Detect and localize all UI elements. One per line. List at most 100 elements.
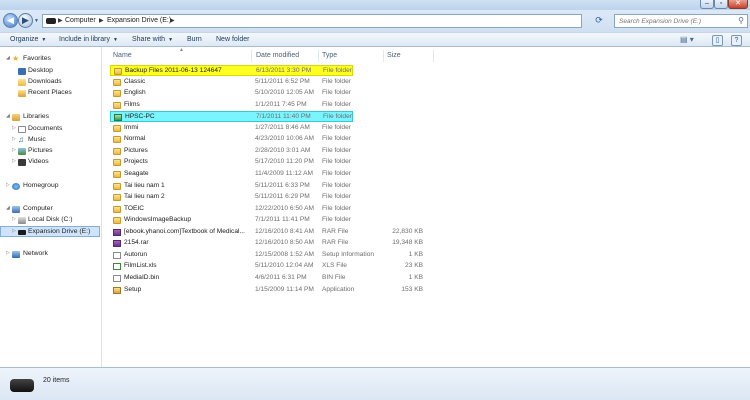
nav-downloads-label: Downloads	[28, 78, 62, 85]
nav-libraries[interactable]: ◢ Libraries	[0, 112, 100, 123]
expand-arrow-icon[interactable]: ▷	[12, 228, 16, 234]
address-bar[interactable]: ▶ Computer ▶ Expansion Drive (E:) ▶ ▼	[42, 14, 621, 28]
breadcrumb-computer[interactable]: Computer	[65, 17, 96, 24]
column-divider[interactable]	[318, 50, 319, 62]
maximize-button[interactable]: ▫	[714, 0, 728, 9]
file-type: File folder	[322, 77, 351, 85]
backup-folder-icon	[114, 114, 122, 122]
breadcrumb-separator-icon[interactable]: ▶	[170, 17, 175, 24]
file-name: Backup Files 2011-06-13 124647	[125, 67, 222, 74]
search-icon[interactable]: ⚲	[738, 16, 744, 25]
file-row[interactable]: Tai lieu nam 2 5/11/2011 6:29 PM File fold…	[110, 192, 353, 203]
column-divider[interactable]	[383, 50, 384, 62]
change-view-icon[interactable]: ▤ ▾	[680, 35, 694, 44]
file-row[interactable]: English 5/10/2010 12:05 AM File folder	[110, 88, 353, 99]
nav-homegroup[interactable]: ▷ Homegroup	[0, 181, 100, 192]
nav-videos[interactable]: ▷ Videos	[0, 157, 100, 168]
collapse-arrow-icon[interactable]: ◢	[6, 113, 10, 119]
minimize-button[interactable]: ‒	[700, 0, 714, 9]
share-with-button[interactable]: Share with ▼	[132, 36, 173, 43]
column-divider[interactable]	[433, 50, 434, 62]
file-row[interactable]: 2154.rar 12/16/2010 8:50 AM RAR File 19,348…	[110, 238, 423, 249]
file-row[interactable]: FilmList.xls 5/11/2010 12:04 AM XLS File 23…	[110, 261, 423, 272]
file-date-modified: 4/6/2011 6:31 PM	[255, 273, 307, 281]
organize-button[interactable]: Organize ▼	[10, 36, 46, 43]
nav-music[interactable]: ▷ ♫ Music	[0, 135, 100, 146]
forward-button[interactable]: ▶	[18, 13, 33, 28]
nav-local-disk-label: Local Disk (C:)	[28, 216, 73, 223]
expand-arrow-icon[interactable]: ▷	[12, 136, 16, 142]
include-in-library-button[interactable]: Include in library ▼	[59, 36, 118, 43]
command-bar: Organize ▼ Include in library ▼ Share with…	[0, 32, 750, 47]
file-name: Pictures	[124, 146, 148, 154]
collapse-arrow-icon[interactable]: ◢	[6, 55, 10, 61]
expand-arrow-icon[interactable]: ▷	[12, 125, 16, 131]
nav-documents[interactable]: ▷ Documents	[0, 124, 100, 135]
column-header-date-modified[interactable]: Date modified	[256, 52, 299, 59]
folder-icon	[113, 159, 121, 167]
file-date-modified: 5/10/2010 12:05 AM	[255, 89, 315, 97]
expand-arrow-icon[interactable]: ▷	[12, 158, 16, 164]
expand-arrow-icon[interactable]: ▷	[6, 250, 10, 256]
file-row[interactable]: Backup Files 2011-06-13 124647 6/13/2011 …	[110, 65, 353, 76]
file-row[interactable]: Setup 1/15/2009 11:14 PM Application 153 KB	[110, 285, 423, 296]
collapse-arrow-icon[interactable]: ◢	[6, 205, 10, 211]
nav-desktop[interactable]: Desktop	[0, 66, 100, 77]
computer-icon	[12, 206, 20, 213]
navigation-pane: ◢ ★ Favorites Desktop Downloads Recent P…	[0, 47, 102, 367]
file-row[interactable]: TOEIC 12/22/2010 6:50 AM File folder	[110, 204, 353, 215]
nav-network-label: Network	[23, 250, 48, 257]
file-row[interactable]: Films 1/1/2011 7:45 PM File folder	[110, 100, 353, 111]
nav-network[interactable]: ▷ Network	[0, 249, 100, 260]
breadcrumb-expansion-drive[interactable]: Expansion Drive (E:)	[107, 17, 171, 24]
file-date-modified: 5/11/2011 6:52 PM	[255, 77, 310, 85]
file-row[interactable]: Immi 1/27/2011 8:46 AM File folder	[110, 123, 353, 134]
burn-button[interactable]: Burn	[187, 36, 202, 43]
nav-favorites[interactable]: ◢ ★ Favorites	[0, 54, 100, 65]
file-row[interactable]: Normal 4/23/2010 10:06 AM File folder	[110, 134, 353, 145]
expand-arrow-icon[interactable]: ▷	[12, 147, 16, 153]
search-input[interactable]	[615, 15, 733, 27]
preview-pane-icon[interactable]: ▯	[712, 35, 723, 46]
nav-downloads[interactable]: Downloads	[0, 77, 100, 88]
refresh-icon[interactable]: ⟳	[585, 14, 613, 28]
file-row[interactable]: Autorun 12/15/2008 1:52 AM Setup Informati…	[110, 250, 423, 261]
file-row[interactable]: WindowsImageBackup 7/1/2011 11:41 PM File …	[110, 215, 353, 226]
file-row[interactable]: [ebook.yhanoi.com]Textbook of Medical...…	[110, 227, 423, 238]
expand-arrow-icon[interactable]: ▷	[12, 216, 16, 222]
column-header-type[interactable]: Type	[322, 52, 337, 59]
file-name: Tai lieu nam 1	[124, 181, 165, 189]
nav-pictures[interactable]: ▷ Pictures	[0, 146, 100, 157]
file-row[interactable]: MediaID.bin 4/6/2011 6:31 PM BIN File 1 KB	[110, 273, 423, 284]
file-size: 22,830 KB	[392, 227, 423, 235]
binary-file-icon	[113, 274, 121, 282]
folder-icon	[114, 68, 122, 75]
file-row[interactable]: Pictures 2/28/2010 3:01 AM File folder	[110, 146, 353, 157]
search-box[interactable]: ⚲	[614, 14, 748, 28]
file-row[interactable]: Classic 5/11/2011 6:52 PM File folder	[110, 77, 353, 88]
file-type: BIN File	[322, 273, 346, 281]
file-row[interactable]: Projects 5/17/2010 11:20 PM File folder	[110, 157, 353, 168]
help-icon[interactable]: ?	[731, 35, 742, 46]
back-button[interactable]: ◀	[3, 13, 18, 28]
nav-local-disk[interactable]: ▷ Local Disk (C:)	[0, 215, 100, 226]
file-type: File folder	[322, 170, 351, 177]
recent-pages-dropdown-icon[interactable]: ▼	[34, 18, 40, 24]
homegroup-icon	[12, 183, 20, 190]
file-row[interactable]: Tai lieu nam 1 5/11/2011 6:33 PM File fold…	[110, 181, 353, 192]
nav-recent-places[interactable]: Recent Places	[0, 88, 100, 99]
column-header-name[interactable]: Name	[113, 52, 132, 59]
chevron-down-icon: ▼	[112, 37, 118, 43]
file-row[interactable]: Seagate 11/4/2009 11:12 AM File folder	[110, 169, 353, 180]
new-folder-button[interactable]: New folder	[216, 36, 249, 43]
nav-computer[interactable]: ◢ Computer	[0, 204, 100, 215]
close-button[interactable]: ✕	[728, 0, 748, 9]
file-row[interactable]: HPSC-PC 7/1/2011 11:40 PM File folder	[110, 111, 353, 123]
breadcrumb-separator-icon[interactable]: ▶	[99, 17, 104, 24]
breadcrumb-separator-icon[interactable]: ▶	[58, 17, 63, 24]
nav-expansion-drive[interactable]: ▷ Expansion Drive (E:)	[0, 226, 100, 237]
expand-arrow-icon[interactable]: ▷	[6, 182, 10, 188]
column-divider[interactable]	[251, 50, 252, 62]
file-type: File folder	[322, 181, 351, 189]
column-header-size[interactable]: Size	[387, 52, 401, 59]
